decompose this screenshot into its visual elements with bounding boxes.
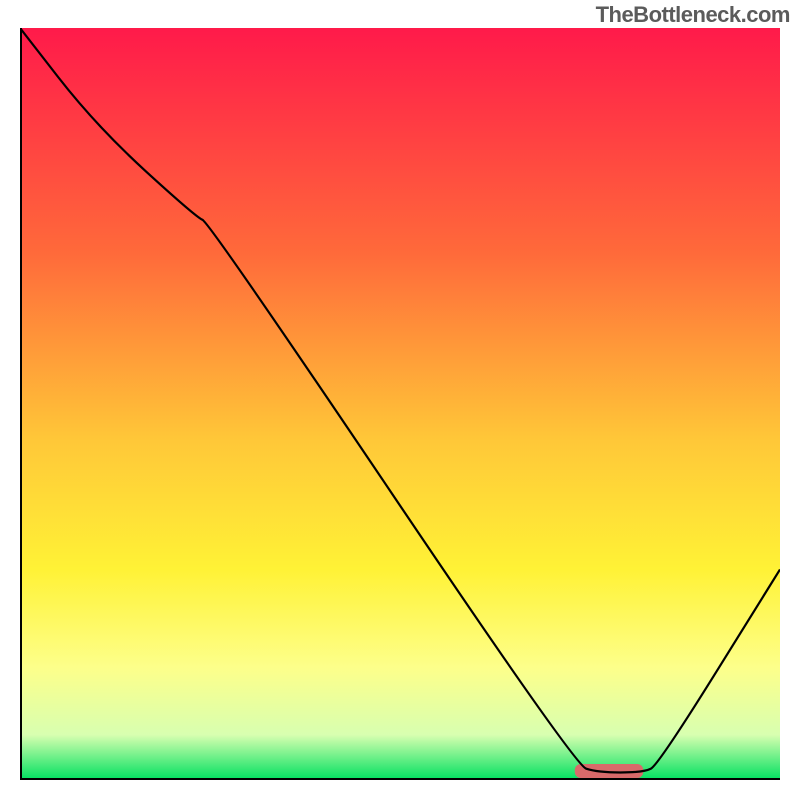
gradient-background	[20, 28, 780, 780]
chart-container: TheBottleneck.com	[0, 0, 800, 800]
attribution-text: TheBottleneck.com	[596, 2, 790, 28]
plot-area	[20, 28, 780, 780]
chart-svg	[20, 28, 780, 780]
optimal-range-marker	[575, 764, 643, 778]
